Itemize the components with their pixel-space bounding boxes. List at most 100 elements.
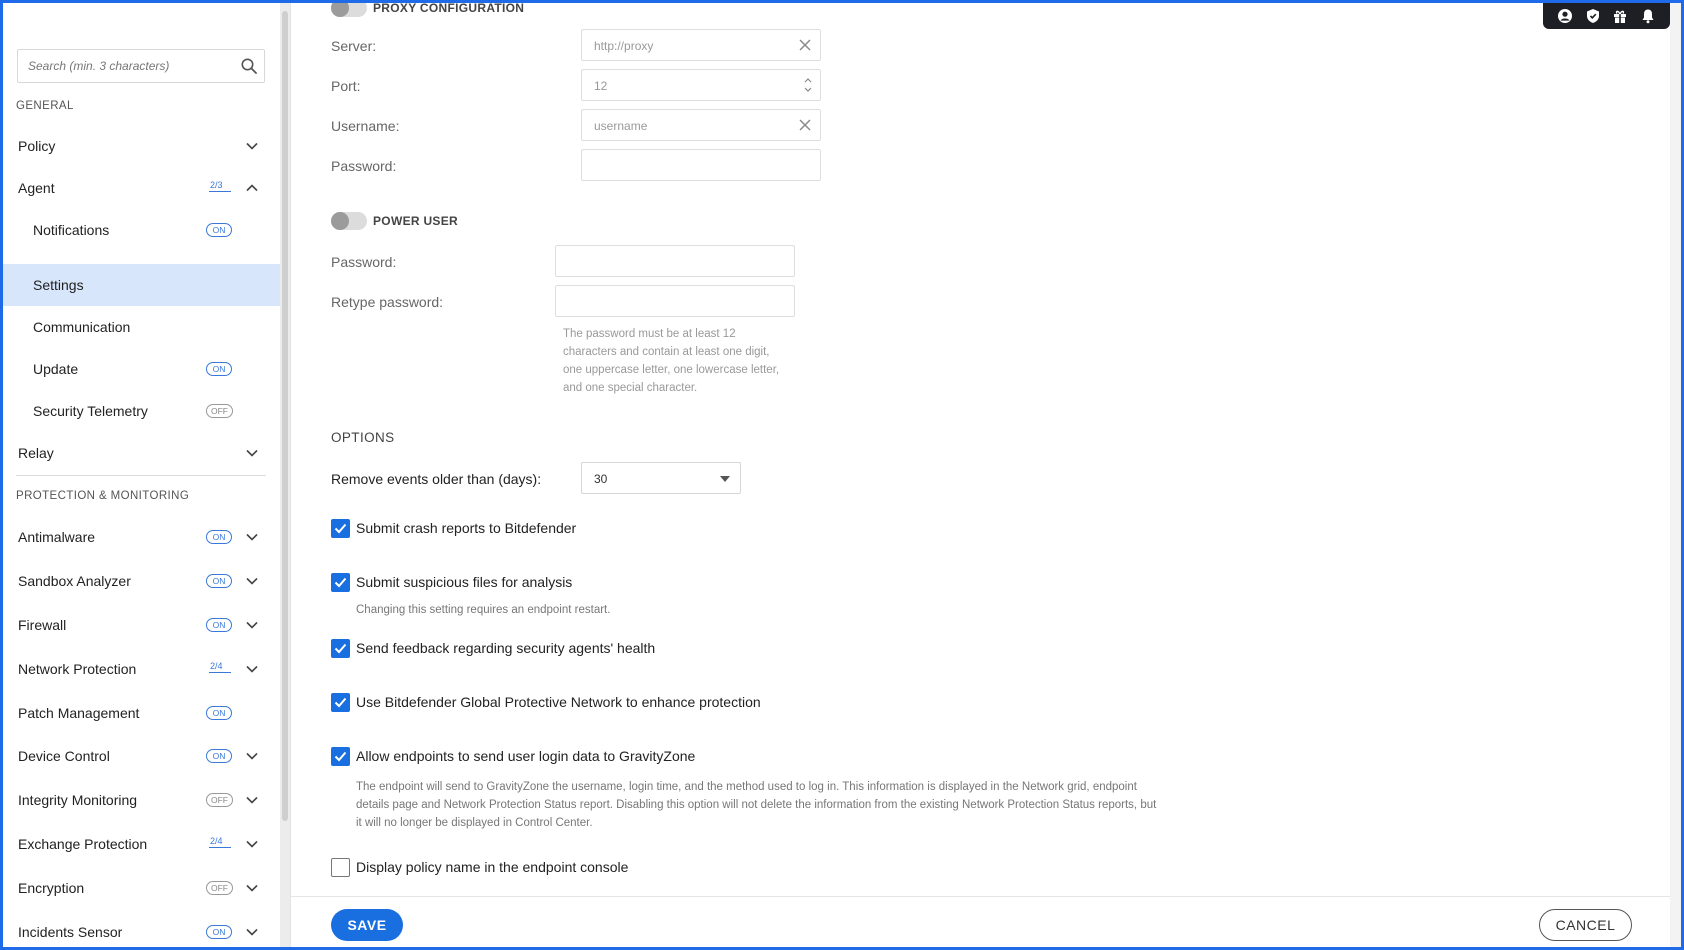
checkmark-icon [334, 751, 347, 762]
gift-icon[interactable] [1612, 8, 1628, 24]
agent-health-checkbox[interactable] [331, 639, 350, 658]
retype-password-field[interactable] [555, 285, 795, 317]
sidebar-item-label: Firewall [18, 617, 67, 633]
remove-events-value: 30 [594, 472, 608, 486]
sidebar-item-encryption[interactable]: Encryption OFF [3, 867, 281, 909]
username-field[interactable]: username [581, 109, 821, 141]
sidebar-item-device-control[interactable]: Device Control ON [3, 735, 281, 777]
status-badge: ON [206, 362, 232, 376]
user-icon[interactable] [1557, 8, 1573, 24]
status-badge: ON [206, 749, 232, 763]
status-badge: ON [206, 706, 232, 720]
sidebar-item-exchange-protection[interactable]: Exchange Protection 2/4 [3, 823, 281, 865]
port-label: Port: [331, 78, 361, 94]
clear-icon[interactable] [798, 118, 812, 132]
main-scrollbar[interactable] [1670, 3, 1681, 947]
chevron-down-icon[interactable] [245, 139, 259, 153]
checkmark-icon [334, 577, 347, 588]
search-icon[interactable] [240, 57, 258, 75]
login-note-line: The endpoint will send to GravityZone th… [356, 781, 1137, 793]
header-icon-tray [1543, 3, 1670, 29]
chevron-down-icon[interactable] [245, 530, 259, 544]
sidebar-item-update[interactable]: Update ON [3, 348, 281, 390]
sidebar-item-label: Device Control [18, 748, 110, 764]
checkmark-icon [334, 643, 347, 654]
search-box[interactable] [17, 49, 265, 83]
proxy-section-title: PROXY CONFIGURATION [373, 1, 525, 15]
crash-reports-checkbox[interactable] [331, 519, 350, 538]
retype-password-label: Retype password: [331, 294, 444, 310]
login-data-checkbox[interactable] [331, 747, 350, 766]
sidebar-divider [16, 475, 266, 476]
password-hint-line: characters and contain at least one digi… [563, 346, 770, 358]
sidebar-item-network-protection[interactable]: Network Protection 2/4 [3, 648, 281, 690]
sidebar-item-label: Incidents Sensor [18, 924, 123, 940]
crash-reports-label: Submit crash reports to Bitdefender [356, 520, 577, 536]
checkmark-icon [334, 697, 347, 708]
sidebar-item-incidents-sensor[interactable]: Incidents Sensor ON [3, 911, 281, 947]
login-note-line: details page and Network Protection Stat… [356, 799, 1157, 811]
sidebar-item-patch-management[interactable]: Patch Management ON [3, 692, 281, 734]
chevron-down-icon[interactable] [245, 837, 259, 851]
sidebar-item-label: Agent [18, 180, 55, 196]
sidebar-item-sandbox-analyzer[interactable]: Sandbox Analyzer ON [3, 560, 281, 602]
chevron-down-icon[interactable] [245, 574, 259, 588]
power-password-field[interactable] [555, 245, 795, 277]
sidebar-item-relay[interactable]: Relay [3, 432, 281, 474]
sidebar-item-label: Policy [18, 138, 56, 154]
proxy-password-label: Password: [331, 158, 397, 174]
status-badge: OFF [206, 793, 233, 807]
chevron-down-icon[interactable] [245, 925, 259, 939]
power-password-label: Password: [331, 254, 397, 270]
proxy-password-field[interactable] [581, 149, 821, 181]
sidebar: GENERAL Policy Agent 2/3 Notifications O… [3, 3, 281, 947]
suspicious-files-checkbox[interactable] [331, 573, 350, 592]
cancel-button[interactable]: CANCEL [1539, 909, 1632, 941]
sidebar-item-firewall[interactable]: Firewall ON [3, 604, 281, 646]
shield-icon[interactable] [1585, 8, 1601, 24]
sidebar-item-policy[interactable]: Policy [3, 125, 281, 167]
status-badge: ON [206, 223, 232, 237]
chevron-down-icon[interactable] [245, 446, 259, 460]
sidebar-item-antimalware[interactable]: Antimalware ON [3, 516, 281, 558]
server-field[interactable]: http://proxy [581, 29, 821, 61]
search-input[interactable] [28, 59, 228, 73]
sidebar-item-settings[interactable]: Settings [3, 264, 281, 306]
sidebar-scrollbar[interactable] [280, 3, 290, 947]
chevron-up-icon[interactable] [245, 181, 259, 195]
sidebar-item-agent[interactable]: Agent 2/3 [3, 167, 281, 209]
status-badge: OFF [206, 404, 233, 418]
global-protective-network-checkbox[interactable] [331, 693, 350, 712]
clear-icon[interactable] [798, 38, 812, 52]
password-hint: The password must be at least 12 charact… [563, 325, 803, 397]
port-field[interactable]: 12 [581, 69, 821, 101]
remove-events-label: Remove events older than (days): [331, 471, 542, 487]
sidebar-item-integrity-monitoring[interactable]: Integrity Monitoring OFF [3, 779, 281, 821]
chevron-down-icon[interactable] [245, 793, 259, 807]
power-user-toggle[interactable] [331, 212, 367, 230]
chevron-down-icon[interactable] [245, 881, 259, 895]
remove-events-select[interactable]: 30 [581, 462, 741, 494]
sidebar-item-security-telemetry[interactable]: Security Telemetry OFF [3, 390, 281, 432]
proxy-toggle[interactable] [331, 0, 367, 17]
login-data-note: The endpoint will send to GravityZone th… [356, 778, 1216, 832]
save-button[interactable]: SAVE [331, 909, 403, 941]
bell-icon[interactable] [1640, 8, 1656, 24]
sidebar-item-notifications[interactable]: Notifications ON [3, 209, 281, 251]
progress-fraction: 2/3 [209, 180, 231, 192]
chevron-down-icon[interactable] [245, 662, 259, 676]
spinner-arrows-icon[interactable] [803, 75, 813, 95]
sidebar-item-label: Notifications [33, 222, 110, 238]
chevron-down-icon[interactable] [245, 618, 259, 632]
agent-health-label: Send feedback regarding security agents'… [356, 640, 656, 656]
section-general-title: GENERAL [16, 100, 74, 112]
chevron-down-icon[interactable] [245, 749, 259, 763]
policy-name-checkbox[interactable] [331, 858, 350, 877]
footer-divider [291, 896, 1681, 897]
sidebar-scrollbar-thumb[interactable] [282, 11, 288, 821]
sidebar-item-communication[interactable]: Communication [3, 306, 281, 348]
username-label: Username: [331, 118, 400, 134]
server-label: Server: [331, 38, 377, 54]
sidebar-item-label: Security Telemetry [33, 403, 148, 419]
password-hint-line: The password must be at least 12 [563, 328, 736, 340]
